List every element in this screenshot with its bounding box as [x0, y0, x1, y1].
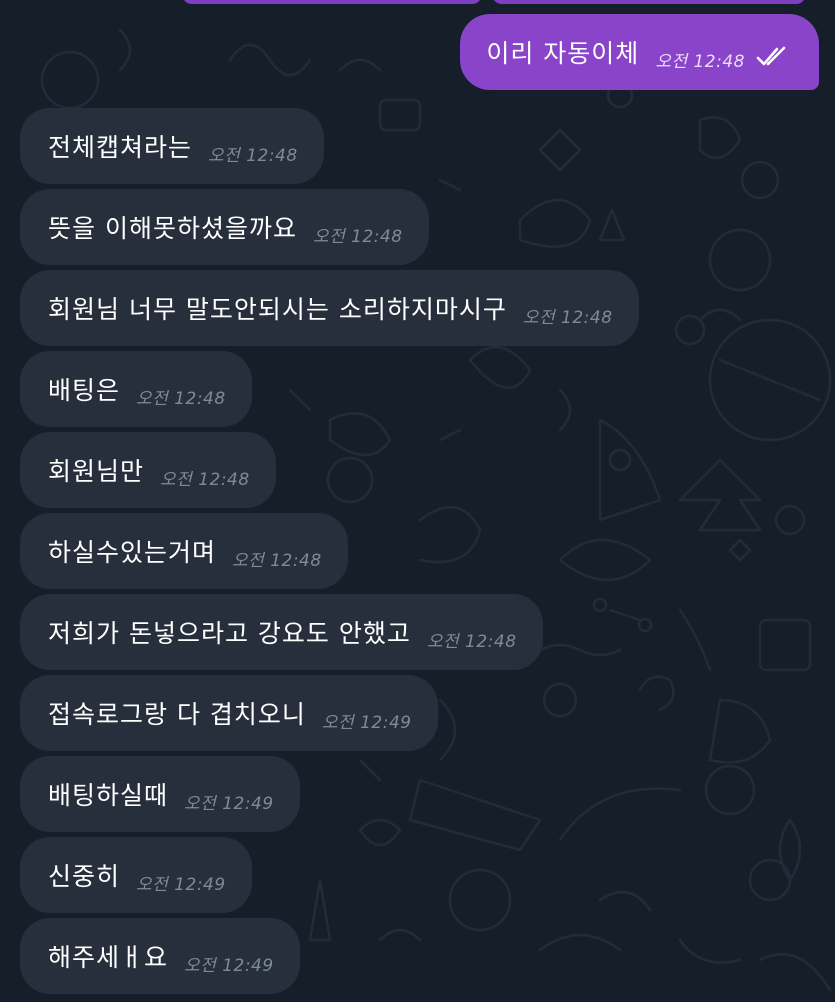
message-time: 오전 12:49	[184, 955, 274, 976]
message-text: 신중히	[48, 862, 121, 891]
message-text: 저희가 돈넣으라고 강요도 안했고	[48, 619, 411, 648]
incoming-message-bubble[interactable]: 접속로그랑 다 겹치오니 오전 12:49	[20, 675, 438, 751]
message-text: 배팅하실때	[48, 781, 169, 810]
message-time: 오전 12:48	[208, 145, 298, 166]
message-time: 오전 12:48	[426, 631, 517, 652]
message-time: 오전 12:49	[136, 874, 226, 895]
incoming-message-bubble[interactable]: 뜻을 이해못하셨을까요 오전 12:48	[20, 189, 429, 265]
message-text: 회원님만	[48, 457, 145, 486]
incoming-message-bubble[interactable]: 회원님만 오전 12:48	[20, 432, 276, 508]
outgoing-message-bubble[interactable]: 이리 자동이체 오전 12:48	[460, 14, 819, 90]
message-text: 뜻을 이해못하셨을까요	[48, 214, 297, 243]
message-time: 오전 12:48	[522, 307, 613, 328]
message-time: 오전 12:48	[136, 388, 226, 409]
message-text: 전체캡쳐라는	[48, 133, 193, 162]
chat-message-list[interactable]: 이리 자동이체 오전 12:48 전체캡쳐라는 오전 12:48 뜻을 이해못하…	[0, 0, 835, 1002]
double-check-icon	[755, 46, 789, 72]
incoming-message-bubble[interactable]: 배팅하실때 오전 12:49	[20, 756, 300, 832]
incoming-message-bubble[interactable]: 전체캡쳐라는 오전 12:48	[20, 108, 324, 184]
incoming-message-bubble[interactable]: 배팅은 오전 12:48	[20, 351, 252, 427]
message-text: 이리 자동이체	[486, 39, 640, 68]
message-time: 오전 12:48	[312, 226, 403, 247]
message-text: 접속로그랑 다 겹치오니	[48, 700, 306, 729]
message-time: 오전 12:48	[655, 51, 745, 72]
message-text: 해주세ㅐ요	[48, 943, 169, 972]
message-text: 하실수있는거며	[48, 538, 217, 567]
message-time: 오전 12:48	[232, 550, 322, 571]
incoming-message-bubble[interactable]: 신중히 오전 12:49	[20, 837, 252, 913]
message-text: 배팅은	[48, 376, 121, 405]
previous-message-remnant-left	[182, 0, 482, 4]
message-text: 회원님 너무 말도안되시는 소리하지마시구	[48, 295, 507, 324]
incoming-message-bubble[interactable]: 저희가 돈넣으라고 강요도 안했고 오전 12:48	[20, 594, 543, 670]
incoming-message-bubble[interactable]: 회원님 너무 말도안되시는 소리하지마시구 오전 12:48	[20, 270, 639, 346]
incoming-message-bubble[interactable]: 하실수있는거며 오전 12:48	[20, 513, 348, 589]
incoming-message-bubble[interactable]: 해주세ㅐ요 오전 12:49	[20, 918, 300, 994]
message-time: 오전 12:49	[321, 712, 412, 733]
previous-message-remnant-right	[492, 0, 806, 4]
message-time: 오전 12:48	[160, 469, 250, 490]
message-time: 오전 12:49	[184, 793, 274, 814]
